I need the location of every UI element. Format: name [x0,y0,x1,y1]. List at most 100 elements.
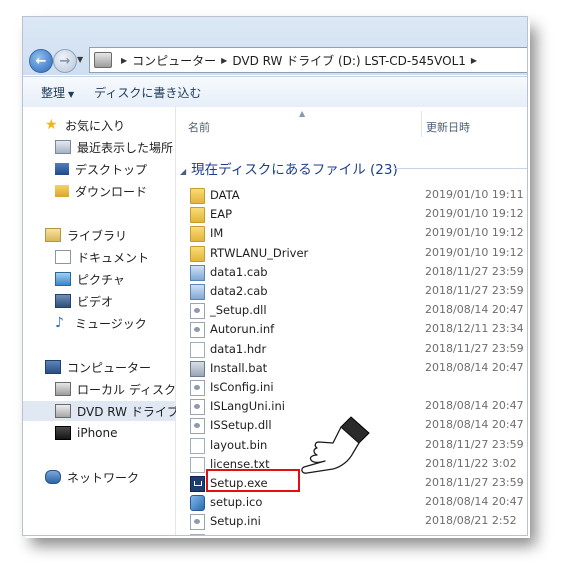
chevron-right-icon[interactable]: ▶ [471,56,477,65]
file-name: _Setup.dll [210,303,267,318]
nav-videos[interactable]: ビデオ [55,291,113,311]
nav-label: ライブラリ [67,228,128,243]
nav-music[interactable]: ♪ ミュージック [55,313,147,333]
computer-icon [45,360,61,374]
nav-favorites[interactable]: ★ お気に入り [45,115,125,135]
file-date: 2018/08/14 20:47 [425,418,524,432]
file-date: 2018/11/27 23:59 [425,284,524,297]
column-header-name[interactable]: 名前 [188,119,210,135]
column-divider[interactable] [421,111,422,137]
nav-network[interactable]: ネットワーク [45,467,139,487]
doc-file-icon [190,456,205,473]
downloads-icon [55,185,69,197]
nav-label: ビデオ [77,294,114,309]
file-date: 2018/12/11 23:34 [425,322,524,336]
group-divider [394,168,527,169]
breadcrumb-computer[interactable]: コンピューター [132,52,216,69]
chevron-right-icon[interactable]: ▶ [121,56,127,65]
nav-desktop[interactable]: デスクトップ [55,159,147,179]
nav-label: ダウンロード [75,184,148,199]
file-row[interactable]: DATA 2019/01/10 19:11 [186,185,527,204]
nav-recent-places[interactable]: 最近表示した場所 [55,137,173,157]
cab-file-icon [190,264,205,281]
burn-to-disc-button[interactable]: ディスクに書き込む [84,84,211,101]
pointing-hand-icon [301,416,370,474]
setup-exe-highlight-box [206,469,300,492]
file-name: layout.bin [210,437,268,452]
documents-icon [55,250,71,264]
nav-label: お気に入り [65,118,126,133]
collapse-group-icon[interactable]: ◢ [180,167,186,176]
nav-label: コンピューター [67,360,152,375]
chevron-right-icon[interactable]: ▶ [221,56,227,65]
nav-dvd-drive[interactable]: DVD RW ドライブ [23,401,179,421]
nav-local-disk[interactable]: ローカル ディスク ( [55,379,184,399]
file-row[interactable]: data1.cab 2018/11/27 23:59 [186,262,527,281]
back-button[interactable]: ← [29,49,53,73]
file-row[interactable]: data2.cab 2018/11/27 23:59 [186,281,527,300]
nav-iphone[interactable]: iPhone [55,423,118,443]
bat-file-icon [190,360,205,377]
file-date: 2018/08/14 20:47 [425,399,524,413]
file-row[interactable]: Setup.ini 2018/08/21 2:52 [186,511,527,531]
file-date: 2019/01/10 19:12 [425,207,524,221]
nav-computer[interactable]: コンピューター [45,357,151,377]
library-icon [45,228,61,242]
file-date: 2018/11/27 23:59 [425,476,524,489]
exe-file-icon [190,476,205,492]
ico-file-icon [190,495,205,512]
nav-pictures[interactable]: ピクチャ [55,269,125,289]
file-name: IsConfig.ini [210,380,274,394]
column-header-date[interactable]: 更新日時 [426,119,470,135]
file-row[interactable]: IsConfig.ini [186,377,527,396]
folder-icon [190,188,205,204]
file-date: 2019/01/10 19:12 [425,245,524,259]
sort-ascending-icon: ▲ [299,109,306,118]
address-bar[interactable]: ▶ コンピューター ▶ DVD RW ドライブ (D:) LST-CD-545V… [89,47,527,73]
organize-button[interactable]: 整理 ▼ [23,84,84,101]
command-bar: 整理 ▼ ディスクに書き込む [23,76,527,108]
folder-icon [190,207,205,224]
pictures-icon [55,272,71,286]
doc-file-icon [190,437,205,454]
dll-file-icon [190,322,205,339]
group-header[interactable]: ◢ 現在ディスクにあるファイル (23) [180,158,398,178]
file-name: Setup.ini [210,514,261,529]
file-row[interactable]: setup.ico 2018/08/14 20:47 [186,492,527,512]
file-row[interactable]: setup.inx 2018/11/27 23:59 [186,531,527,535]
file-name: setup.inx [210,534,263,535]
phone-icon [55,426,71,440]
nav-downloads[interactable]: ダウンロード [55,181,147,201]
file-name: EAP [210,207,233,222]
desktop-icon [55,163,69,175]
network-icon [45,470,61,484]
file-name: data1.cab [210,264,268,279]
dll-file-icon [190,514,205,531]
recent-pages-dropdown-icon[interactable]: ▼ [77,55,83,64]
file-row[interactable]: IM 2019/01/10 19:12 [186,223,527,243]
file-row[interactable]: RTWLANU_Driver 2019/01/10 19:12 [186,243,527,262]
breadcrumb-dvd-drive[interactable]: DVD RW ドライブ (D:) LST-CD-545VOL1 [232,52,466,69]
dll-file-icon [190,380,205,396]
nav-libraries[interactable]: ライブラリ [45,225,127,245]
file-date: 2018/08/14 20:47 [425,303,524,317]
nav-label: ドキュメント [77,250,150,265]
file-row[interactable]: data1.hdr 2018/11/27 23:59 [186,339,527,358]
file-row[interactable]: Install.bat 2018/08/14 20:47 [186,358,527,377]
explorer-window: ← → ▼ ▶ コンピューター ▶ DVD RW ドライブ (D:) LST-C… [22,16,528,536]
nav-label: ミュージック [75,316,147,331]
cab-file-icon [190,284,205,300]
file-name: IM [210,226,224,241]
file-row[interactable]: Autorun.inf 2018/12/11 23:34 [186,319,527,339]
file-date: 2019/01/10 19:11 [425,188,524,201]
file-name: ISLangUni.ini [210,399,285,414]
file-row[interactable]: _Setup.dll 2018/08/14 20:47 [186,300,527,320]
doc-file-icon [190,533,205,535]
file-date: 2019/01/10 19:12 [425,226,524,240]
nav-documents[interactable]: ドキュメント [55,247,149,267]
nav-label: DVD RW ドライブ [77,404,179,419]
dll-file-icon [190,418,205,435]
forward-button[interactable]: → [53,49,77,73]
recent-places-icon [55,140,71,154]
file-row[interactable]: EAP 2019/01/10 19:12 [186,204,527,224]
